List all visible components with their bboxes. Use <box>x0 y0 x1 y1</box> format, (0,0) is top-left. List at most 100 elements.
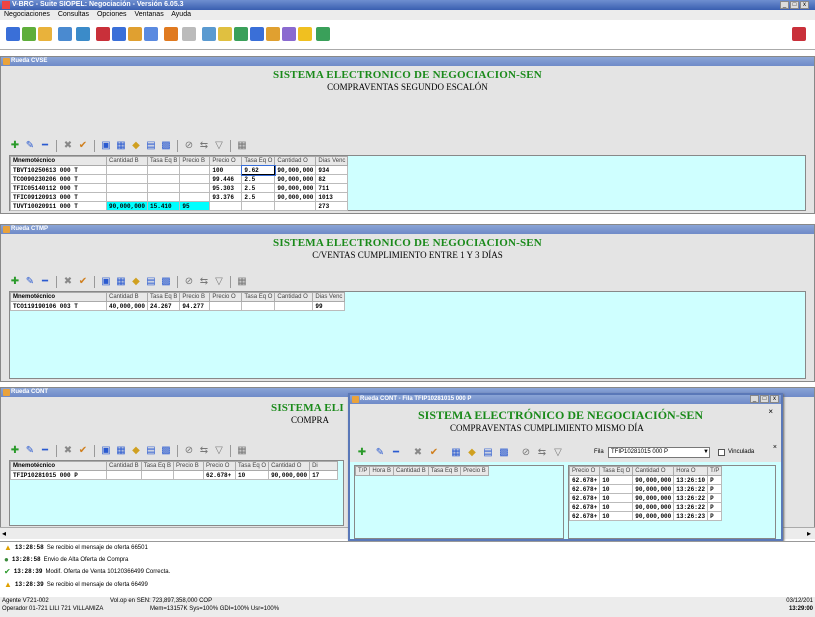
table-cell[interactable]: 15.410 <box>147 201 181 211</box>
table-cell[interactable] <box>179 165 211 175</box>
table-cell[interactable] <box>241 201 276 211</box>
grid-icon[interactable]: ▦ <box>450 447 462 459</box>
column-header[interactable]: Precio O <box>203 461 237 471</box>
column-header[interactable]: Precio O <box>209 156 243 166</box>
table-cell[interactable]: 13:26:22 <box>673 493 709 503</box>
flow-icon[interactable]: ⇆ <box>536 447 548 459</box>
table-cell[interactable]: P <box>707 475 723 485</box>
remove-icon[interactable]: ━ <box>390 447 402 459</box>
diamond-icon[interactable]: ◆ <box>130 276 142 288</box>
table-cell[interactable]: TCO119190106 003 T <box>10 301 107 311</box>
column-header[interactable]: Tasa Eq O <box>241 292 276 302</box>
toolbar-icon-11[interactable] <box>182 27 196 41</box>
table-row[interactable]: 62.678+ 10 90,000,000 13:26:22 P <box>568 502 723 512</box>
fila-select[interactable]: TFIP10281015 000 P <box>608 447 710 458</box>
menu-ventanas[interactable]: Ventanas <box>135 11 164 18</box>
edit-icon[interactable]: ✎ <box>24 276 36 288</box>
table-cell[interactable]: 10 <box>599 502 634 512</box>
toolbar-icon-2[interactable] <box>22 27 36 41</box>
table-row[interactable]: TFIC05140112 000 T 95.303 2.5 90,000,000 711 <box>10 183 349 193</box>
scroll-left-icon[interactable]: ◂ <box>2 529 6 538</box>
column-header[interactable]: Tasa Eq B <box>140 461 175 471</box>
toolbar-icon-19[interactable] <box>316 27 330 41</box>
toolbar-icon-18[interactable] <box>298 27 312 41</box>
table-cell[interactable] <box>147 192 181 202</box>
table-cell[interactable]: 2.5 <box>241 174 276 184</box>
table-cell[interactable]: P <box>707 511 723 521</box>
column-header[interactable]: Hora O <box>673 466 709 476</box>
table-cell[interactable]: 10 <box>599 484 634 494</box>
table-cell[interactable] <box>140 470 175 480</box>
add-icon[interactable]: ✚ <box>356 447 368 459</box>
table-cell[interactable]: 9.62 <box>240 164 276 176</box>
flow-icon[interactable]: ⇆ <box>198 140 210 152</box>
column-header[interactable]: Precio B <box>179 292 211 302</box>
calculator-icon[interactable]: ▦ <box>236 445 248 457</box>
copy-icon[interactable]: ▣ <box>100 276 112 288</box>
table-cell[interactable]: 90,000,000 <box>274 165 317 175</box>
table-cell[interactable]: P <box>707 493 723 503</box>
column-header[interactable]: Tasa Eq O <box>241 156 276 166</box>
table-cell[interactable] <box>179 174 211 184</box>
table-cell[interactable]: 62.678+ <box>568 493 601 503</box>
table-cell[interactable]: 99.446 <box>209 174 243 184</box>
maximize-button[interactable]: □ <box>790 1 799 9</box>
copy-icon[interactable]: ▣ <box>100 445 112 457</box>
copy-icon[interactable]: ▣ <box>100 140 112 152</box>
menu-consultas[interactable]: Consultas <box>58 11 89 18</box>
table-cell[interactable]: TCO090230206 000 T <box>10 174 107 184</box>
table-cell[interactable]: 90,000,000 <box>632 502 675 512</box>
grid-icon[interactable]: ▦ <box>115 140 127 152</box>
column-header[interactable]: Cantidad B <box>105 156 149 166</box>
edit-icon[interactable]: ✎ <box>374 447 386 459</box>
table-cell[interactable]: 62.678+ <box>568 502 601 512</box>
table-cell[interactable] <box>105 183 149 193</box>
table-cell[interactable] <box>209 201 243 211</box>
calculator-icon[interactable]: ▦ <box>236 140 248 152</box>
column-header[interactable]: Cantidad B <box>106 461 142 471</box>
column-header[interactable]: Hora B <box>369 466 395 476</box>
table-cell[interactable]: 62.678+ <box>568 484 601 494</box>
table-cell[interactable] <box>209 301 243 311</box>
toolbar-icon-9[interactable] <box>144 27 158 41</box>
add-icon[interactable]: ✚ <box>9 445 21 457</box>
toolbar-icon-6[interactable] <box>96 27 110 41</box>
table-icon[interactable]: ▩ <box>160 140 172 152</box>
table-cell[interactable] <box>147 165 181 175</box>
table-cell[interactable]: 10 <box>235 470 270 480</box>
table-cell[interactable]: 90,000,000 <box>632 511 675 521</box>
chart-icon[interactable]: ▤ <box>145 140 157 152</box>
link-icon[interactable]: ⊘ <box>183 276 195 288</box>
table-cell[interactable]: 1013 <box>315 192 349 202</box>
minimize-button[interactable]: _ <box>780 1 789 9</box>
table-cell[interactable]: 99 <box>312 301 346 311</box>
column-header[interactable]: Mnemotécnico <box>10 156 107 166</box>
diamond-icon[interactable]: ◆ <box>130 445 142 457</box>
diamond-icon[interactable]: ◆ <box>466 447 478 459</box>
toolbar-icon-7[interactable] <box>112 27 126 41</box>
table-cell[interactable]: 13:26:10 <box>673 475 709 485</box>
flow-icon[interactable]: ⇆ <box>198 276 210 288</box>
scroll-right-icon[interactable]: ▸ <box>807 529 811 538</box>
remove-icon[interactable]: ━ <box>39 140 51 152</box>
menu-negociaciones[interactable]: Negociaciones <box>4 11 50 18</box>
table-cell[interactable]: P <box>707 484 723 494</box>
table-cell[interactable]: 62.678+ <box>568 475 601 485</box>
table-cell[interactable]: TFIP10281015 000 P <box>10 470 107 480</box>
table-cell[interactable]: 90,000,000 <box>274 183 317 193</box>
table-cell[interactable]: 90,000,000 <box>274 192 317 202</box>
check-icon[interactable]: ✔ <box>77 445 89 457</box>
table-cell[interactable]: 90,000,000 <box>632 493 675 503</box>
flow-icon[interactable]: ⇆ <box>198 445 210 457</box>
table-cell[interactable]: 13:26:22 <box>673 502 709 512</box>
table-cell[interactable] <box>274 301 314 311</box>
table-cell[interactable]: 100 <box>209 165 243 175</box>
table-row[interactable]: 62.678+ 10 90,000,000 13:26:23 P <box>568 511 723 521</box>
table-row[interactable]: 62.678+ 10 90,000,000 13:26:22 P <box>568 484 723 494</box>
link-icon[interactable]: ⊘ <box>183 140 195 152</box>
table-icon[interactable]: ▩ <box>160 445 172 457</box>
table-cell[interactable]: 711 <box>315 183 349 193</box>
maximize-button[interactable]: □ <box>760 395 769 403</box>
table-cell[interactable] <box>105 174 149 184</box>
column-header[interactable]: T/P <box>354 466 371 476</box>
